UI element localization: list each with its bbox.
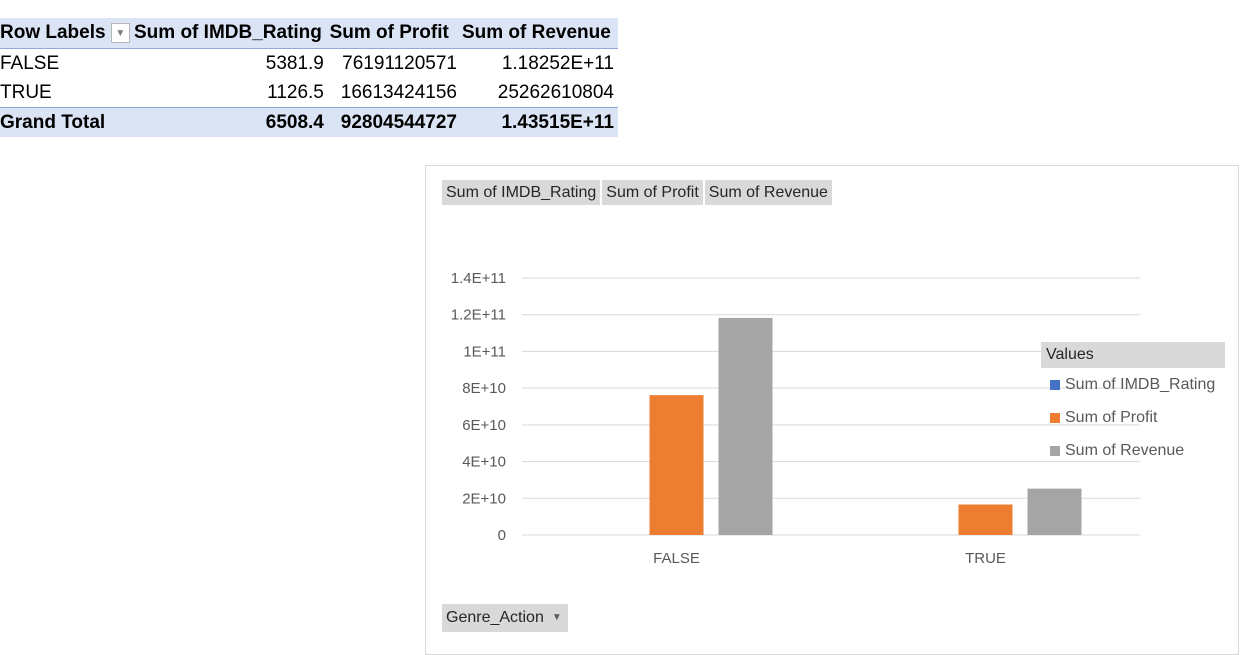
grand-total-label[interactable]: Grand Total — [0, 112, 129, 134]
legend-item-revenue[interactable]: Sum of Revenue — [1041, 434, 1225, 467]
legend-item-profit[interactable]: Sum of Profit — [1041, 401, 1225, 434]
header-imdb-rating[interactable]: Sum of IMDB_Rating — [130, 22, 324, 44]
rating-cell[interactable]: 1126.5 — [129, 82, 324, 104]
header-revenue[interactable]: Sum of Revenue — [460, 22, 618, 44]
y-tick-label: 2E+10 — [462, 490, 506, 507]
axis-field-label: Genre_Action — [446, 609, 544, 626]
header-profit[interactable]: Sum of Profit — [324, 22, 460, 44]
total-revenue-cell[interactable]: 1.43515E+11 — [461, 112, 618, 134]
legend-swatch — [1050, 445, 1060, 456]
pivot-table: Row Labels ▼ Sum of IMDB_Rating Sum of P… — [0, 18, 618, 137]
dropdown-arrow-icon[interactable]: ▼ — [552, 604, 562, 632]
legend-swatch — [1050, 379, 1060, 390]
x-tick-label: TRUE — [965, 550, 1006, 567]
y-tick-label: 0 — [498, 527, 506, 544]
table-row[interactable]: TRUE 1126.5 16613424156 25262610804 — [0, 78, 618, 107]
bar[interactable] — [1027, 488, 1082, 535]
total-rating-cell[interactable]: 6508.4 — [129, 112, 324, 134]
y-tick-label: 1.2E+11 — [451, 307, 506, 324]
legend-label: Sum of Revenue — [1065, 441, 1185, 459]
y-tick-label: 8E+10 — [462, 380, 506, 397]
bar[interactable] — [958, 504, 1013, 535]
rating-cell[interactable]: 5381.9 — [129, 53, 324, 75]
y-tick-label: 6E+10 — [462, 417, 506, 434]
legend-label: Sum of Profit — [1065, 408, 1158, 426]
pivot-chart[interactable]: Sum of IMDB_Rating Sum of Profit Sum of … — [425, 165, 1239, 655]
y-tick-label: 1E+11 — [463, 343, 506, 360]
grand-total-row[interactable]: Grand Total 6508.4 92804544727 1.43515E+… — [0, 107, 618, 137]
pivot-header-row: Row Labels ▼ Sum of IMDB_Rating Sum of P… — [0, 18, 618, 49]
bar[interactable] — [649, 395, 704, 535]
dropdown-arrow-icon[interactable]: ▼ — [110, 23, 130, 43]
legend-item-imdb-rating[interactable]: Sum of IMDB_Rating — [1041, 368, 1225, 401]
row-label[interactable]: FALSE — [0, 53, 129, 75]
row-labels-header[interactable]: Row Labels ▼ — [0, 22, 130, 44]
revenue-cell[interactable]: 25262610804 — [461, 82, 618, 104]
total-profit-cell[interactable]: 92804544727 — [324, 112, 461, 134]
chart-legend[interactable]: Values Sum of IMDB_Rating Sum of Profit … — [1041, 342, 1225, 467]
legend-swatch — [1050, 412, 1060, 423]
axis-field-button[interactable]: Genre_Action ▼ — [442, 604, 568, 632]
bar[interactable] — [718, 317, 773, 535]
row-label[interactable]: TRUE — [0, 82, 129, 104]
legend-label: Sum of IMDB_Rating — [1065, 375, 1216, 393]
profit-cell[interactable]: 76191120571 — [324, 53, 461, 75]
revenue-cell[interactable]: 1.18252E+11 — [461, 53, 618, 75]
row-labels-label: Row Labels — [0, 22, 106, 43]
table-row[interactable]: FALSE 5381.9 76191120571 1.18252E+11 — [0, 49, 618, 78]
profit-cell[interactable]: 16613424156 — [324, 82, 461, 104]
y-tick-label: 1.4E+11 — [451, 270, 506, 287]
y-tick-label: 4E+10 — [462, 454, 506, 471]
legend-title[interactable]: Values — [1041, 342, 1225, 368]
x-tick-label: FALSE — [653, 550, 700, 567]
